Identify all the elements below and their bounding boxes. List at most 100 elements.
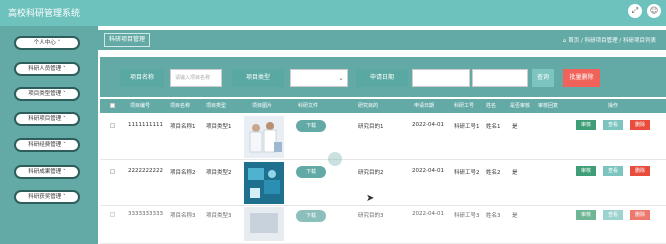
cell-type: 项目类型1 xyxy=(206,124,232,130)
table-row: 1111111111 项目名称1 项目类型1 下载 研究目的1 2022-04-… xyxy=(100,114,666,160)
project-image xyxy=(244,162,284,204)
cell-person: 姓名2 xyxy=(486,170,501,176)
cell-name: 项目名称2 xyxy=(170,170,196,176)
chevron-down-icon: ˅ xyxy=(63,194,66,200)
expand-icon[interactable]: ⤢ xyxy=(628,4,642,18)
sidebar-item-label: 个人中心 xyxy=(33,40,56,46)
cell-purpose: 研究目的1 xyxy=(358,124,384,130)
cell-code: 2222222222 xyxy=(128,168,163,174)
sidebar-item-label: 科研项目管理 xyxy=(28,116,62,122)
mouse-cursor-icon: ➤ xyxy=(366,193,375,204)
download-button[interactable]: 下载 xyxy=(296,120,326,132)
cell-date: 2022-04-01 xyxy=(412,211,444,217)
project-image xyxy=(244,116,284,158)
cell-reviewed: 是 xyxy=(512,213,518,219)
download-button[interactable]: 下载 xyxy=(296,166,326,178)
row-checkbox[interactable] xyxy=(110,169,115,174)
home-icon[interactable]: ⌂ xyxy=(563,38,567,44)
sidebar: 个人中心 ˅ 科研人员管理 ˅ 项目类型管理 ˅ 科研项目管理 ˅ 科研经费管理… xyxy=(0,26,98,244)
top-bar: 高校科研管理系统 ⤢ ☺ xyxy=(0,0,666,26)
search-panel: 项目名称 请输入项目名称 项目类型 ⌄ 申请日期 查询 批量删除 xyxy=(100,57,666,97)
cell-type: 项目类型2 xyxy=(206,170,232,176)
sidebar-item-label: 科研人员管理 xyxy=(28,66,62,72)
date-end-input[interactable] xyxy=(472,69,528,87)
col-header-code[interactable]: 项目编号 xyxy=(130,102,150,109)
sidebar-item-awards[interactable]: 科研获奖管理 ˅ xyxy=(14,190,80,204)
chevron-down-icon: ⌄ xyxy=(338,74,344,82)
user-icon[interactable]: ☺ xyxy=(647,4,661,18)
breadcrumb-bar: 科研项目管理 ⌂ 首页 / 科研项目管理 / 科研项目列表 xyxy=(98,30,666,50)
table-header: 项目编号 项目名称 项目类型 项目图片 科研文件 研究目的 申请日期 科研工号 … xyxy=(100,99,666,113)
col-header-purpose[interactable]: 研究目的 xyxy=(358,102,378,109)
cell-code: 3333333333 xyxy=(128,211,163,217)
review-button[interactable]: 审核 xyxy=(576,166,596,176)
review-button[interactable]: 审核 xyxy=(576,210,596,220)
col-header-image: 项目图片 xyxy=(252,103,273,109)
cell-date: 2022-04-01 xyxy=(412,168,444,174)
sidebar-item-personal-center[interactable]: 个人中心 ˅ xyxy=(14,36,80,50)
cell-person: 姓名3 xyxy=(486,213,501,219)
click-ripple xyxy=(328,152,342,166)
cell-name: 项目名称1 xyxy=(170,124,196,130)
breadcrumb-path: 首页 / 科研项目管理 / 科研项目列表 xyxy=(568,38,656,44)
cell-staff-no: 科研工号1 xyxy=(454,124,480,130)
cell-type: 项目类型3 xyxy=(206,213,232,219)
search-button[interactable]: 查询 xyxy=(532,69,554,87)
app-title: 高校科研管理系统 xyxy=(8,9,81,19)
sidebar-item-label: 科研成果管理 xyxy=(28,169,62,175)
chevron-down-icon: ˅ xyxy=(63,142,66,148)
col-header-person[interactable]: 姓名 xyxy=(486,102,496,109)
cell-staff-no: 科研工号3 xyxy=(454,213,480,219)
view-button[interactable]: 查看 xyxy=(603,210,623,220)
view-button[interactable]: 查看 xyxy=(603,120,623,130)
sidebar-item-projects[interactable]: 科研项目管理 ˅ xyxy=(14,112,80,126)
chevron-down-icon: ˅ xyxy=(63,66,66,72)
sidebar-item-researchers[interactable]: 科研人员管理 ˅ xyxy=(14,62,80,76)
select-all-checkbox[interactable] xyxy=(110,103,115,108)
chevron-down-icon: ˅ xyxy=(63,91,66,97)
cell-name: 项目名称3 xyxy=(170,213,196,219)
breadcrumb: ⌂ 首页 / 科研项目管理 / 科研项目列表 xyxy=(563,36,656,44)
tab-projects[interactable]: 科研项目管理 xyxy=(104,33,151,47)
delete-button[interactable]: 删除 xyxy=(630,120,650,130)
table-row: 3333333333 项目名称3 项目类型3 下载 研究目的3 2022-04-… xyxy=(100,206,666,244)
delete-button[interactable]: 删除 xyxy=(630,166,650,176)
batch-delete-button[interactable]: 批量删除 xyxy=(563,69,600,87)
project-name-label: 项目名称 xyxy=(120,69,164,87)
col-header-reviewed[interactable]: 是否审核 xyxy=(510,102,530,109)
cell-date: 2022-04-01 xyxy=(412,122,444,128)
sidebar-item-label: 科研经费管理 xyxy=(28,142,62,148)
col-header-reply: 审核回复 xyxy=(538,103,559,109)
cell-person: 姓名1 xyxy=(486,124,501,130)
project-name-input[interactable]: 请输入项目名称 xyxy=(170,69,222,87)
col-header-name[interactable]: 项目名称 xyxy=(170,102,190,109)
chevron-down-icon: ˅ xyxy=(57,40,61,46)
delete-button[interactable]: 删除 xyxy=(630,210,650,220)
col-header-actions: 操作 xyxy=(608,103,619,109)
project-type-select[interactable]: ⌄ xyxy=(290,69,348,87)
col-header-staff-no[interactable]: 科研工号 xyxy=(454,102,474,109)
col-header-date[interactable]: 申请日期 xyxy=(414,102,434,109)
project-image xyxy=(244,207,284,241)
sidebar-item-achievements[interactable]: 科研成果管理 ˅ xyxy=(14,165,80,179)
cell-reviewed: 是 xyxy=(512,170,518,176)
sidebar-item-project-types[interactable]: 项目类型管理 ˅ xyxy=(14,87,80,101)
col-header-type[interactable]: 项目类型 xyxy=(206,102,226,109)
row-checkbox[interactable] xyxy=(110,123,115,128)
cell-code: 1111111111 xyxy=(128,122,163,128)
project-type-label: 项目类型 xyxy=(232,69,284,87)
cell-purpose: 研究目的2 xyxy=(358,170,384,176)
table-row: 2222222222 项目名称2 项目类型2 下载 研究目的2 2022-04-… xyxy=(100,160,666,206)
download-button[interactable]: 下载 xyxy=(296,210,326,222)
col-header-file: 科研文件 xyxy=(298,103,319,109)
cell-staff-no: 科研工号2 xyxy=(454,170,480,176)
view-button[interactable]: 查看 xyxy=(603,166,623,176)
apply-date-label: 申请日期 xyxy=(356,69,408,87)
date-start-input[interactable] xyxy=(412,69,470,87)
chevron-down-icon: ˅ xyxy=(63,169,66,175)
sidebar-item-funds[interactable]: 科研经费管理 ˅ xyxy=(14,138,80,152)
row-checkbox[interactable] xyxy=(110,212,115,217)
cell-purpose: 研究目的3 xyxy=(358,213,384,219)
cell-reviewed: 是 xyxy=(512,124,518,130)
review-button[interactable]: 审核 xyxy=(576,120,596,130)
